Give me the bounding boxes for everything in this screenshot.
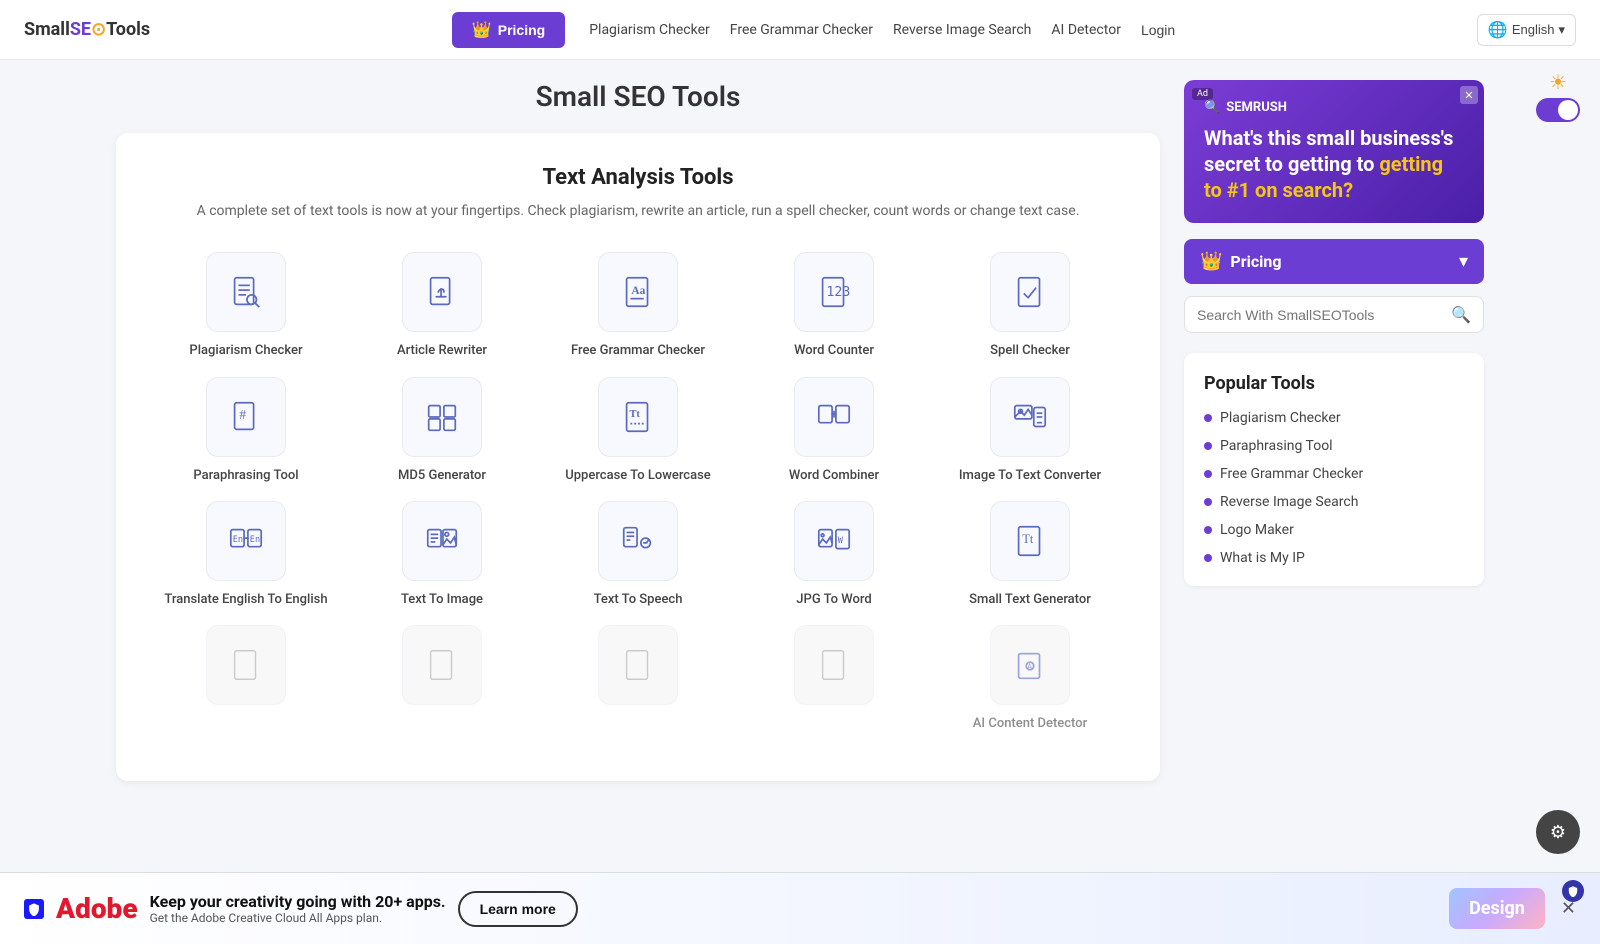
bottom-ad-banner: Adobe Keep your creativity going with 20… [0,872,1600,944]
bottom-ad-headline: Keep your creativity going with 20+ apps… [150,892,446,911]
svg-text:W: W [838,536,844,546]
popular-tools-card: Popular Tools Plagiarism Checker Paraphr… [1184,353,1484,586]
crown-icon: 👑 [472,20,492,40]
tool-text-to-speech[interactable]: Text To Speech [548,501,728,609]
popular-item-6[interactable]: What is My IP [1204,550,1464,566]
tool-text-to-image[interactable]: Text To Image [352,501,532,609]
dot-icon [1204,442,1212,450]
design-banner: Design [1449,888,1545,929]
adobe-logo: Adobe [56,892,138,925]
section-title: Text Analysis Tools [156,165,1120,190]
float-button[interactable]: ⚙ [1536,810,1580,854]
tool-plagiarism-checker[interactable]: Plagiarism Checker [156,252,336,360]
popular-tools-title: Popular Tools [1204,373,1464,394]
svg-text:En: En [250,535,260,545]
svg-text:AI: AI [1027,662,1034,671]
popular-item-1[interactable]: Plagiarism Checker [1204,410,1464,426]
tool-article-rewriter[interactable]: Article Rewriter [352,252,532,360]
logo-tools: Tools [106,19,150,40]
tool-free-grammar-checker[interactable]: Aa Free Grammar Checker [548,252,728,360]
tool-word-combiner[interactable]: Word Combiner [744,377,924,485]
svg-text:123: 123 [826,285,850,300]
header-nav: 👑 Pricing Plagiarism Checker Free Gramma… [452,12,1175,48]
dot-icon [1204,470,1212,478]
dot-icon [1204,526,1212,534]
dark-mode-area: ☀ [1536,70,1580,122]
popular-item-4[interactable]: Reverse Image Search [1204,494,1464,510]
nav-reverse-image-search[interactable]: Reverse Image Search [893,22,1031,38]
ad-close-button[interactable]: ✕ [1460,86,1478,104]
svg-text:En: En [233,535,243,545]
dark-mode-toggle[interactable] [1536,98,1580,122]
dot-icon [1204,554,1212,562]
popular-item-5[interactable]: Logo Maker [1204,522,1464,538]
tool-word-counter[interactable]: 123 Word Counter [744,252,924,360]
main-content: Small SEO Tools Text Analysis Tools A co… [116,80,1160,781]
nav-plagiarism-checker[interactable]: Plagiarism Checker [589,22,710,38]
svg-text:Tt: Tt [629,409,640,420]
sun-icon: ☀ [1549,70,1567,94]
sidebar: ✕ Ad 🔍 SEMRUSH What's this small busines… [1184,80,1484,781]
nav-ai-detector[interactable]: AI Detector [1051,22,1121,38]
svg-text:#: # [239,406,246,421]
tool-jpg-to-word[interactable]: W JPG To Word [744,501,924,609]
search-input[interactable] [1197,307,1443,323]
tools-grid-row3: En En Translate English To English [156,501,1120,609]
chevron-down-icon: ▾ [1459,251,1468,272]
dot-icon [1204,498,1212,506]
learn-more-button[interactable]: Learn more [458,891,578,927]
globe-icon: 🌐 [1488,20,1508,40]
ad-logo: 🔍 SEMRUSH [1204,100,1464,115]
popular-tools-list: Plagiarism Checker Paraphrasing Tool Fre… [1204,410,1464,566]
pricing-button[interactable]: 👑 Pricing [452,12,565,48]
tool-uppercase-to-lowercase[interactable]: Tt Uppercase To Lowercase [548,377,728,485]
dot-icon [1204,414,1212,422]
section-desc: A complete set of text tools is now at y… [156,200,1120,222]
tool-row4-3[interactable] [548,625,728,733]
chevron-down-icon: ▾ [1558,22,1565,38]
header: SmallSE⊙Tools 👑 Pricing Plagiarism Check… [0,0,1600,60]
nav-links: Plagiarism Checker Free Grammar Checker … [589,22,1175,38]
tool-paraphrasing-tool[interactable]: # Paraphrasing Tool [156,377,336,485]
tools-grid-row1: Plagiarism Checker Article Rewriter [156,252,1120,360]
login-button[interactable]: Login [1141,22,1175,38]
bottom-shield-icon [1562,880,1584,902]
page-wrapper: Small SEO Tools Text Analysis Tools A co… [100,60,1500,801]
tool-row4-4[interactable] [744,625,924,733]
tools-grid-row2: # Paraphrasing Tool MD5 Gener [156,377,1120,485]
page-title: Small SEO Tools [116,80,1160,113]
float-icon: ⚙ [1550,822,1566,843]
logo[interactable]: SmallSE⊙Tools [24,19,150,40]
tool-row4-2[interactable] [352,625,532,733]
logo-text: Small [24,19,70,40]
sidebar-pricing-label: Pricing [1230,252,1459,271]
tool-image-to-text-converter[interactable]: Image To Text Converter [940,377,1120,485]
search-box: 🔍 [1184,296,1484,333]
bottom-ad-subtext: Get the Adobe Creative Cloud All Apps pl… [150,911,446,925]
sidebar-pricing-button[interactable]: 👑 Pricing ▾ [1184,239,1484,284]
language-selector[interactable]: 🌐 English ▾ [1477,14,1576,46]
popular-item-3[interactable]: Free Grammar Checker [1204,466,1464,482]
tool-small-text-generator[interactable]: Tt Small Text Generator [940,501,1120,609]
pricing-btn-label: Pricing [498,22,545,38]
tool-md5-generator[interactable]: MD5 Generator [352,377,532,485]
shield-icon [24,899,44,919]
sidebar-crown-icon: 👑 [1200,251,1222,272]
language-label: English [1512,22,1555,37]
tool-spell-checker[interactable]: Spell Checker [940,252,1120,360]
header-right: 🌐 English ▾ [1477,14,1576,46]
tool-translate-english-to-english[interactable]: En En Translate English To English [156,501,336,609]
tools-card: Text Analysis Tools A complete set of te… [116,133,1160,781]
svg-text:Aa: Aa [631,285,645,297]
nav-free-grammar-checker[interactable]: Free Grammar Checker [730,22,873,38]
ad-headline: What's this small business's secret to g… [1204,125,1464,203]
tool-row4-1[interactable] [156,625,336,733]
tools-grid-row4: AI AI Content Detector [156,625,1120,733]
popular-item-2[interactable]: Paraphrasing Tool [1204,438,1464,454]
svg-text:Tt: Tt [1022,532,1034,546]
logo-seo: SE⊙ [70,19,106,40]
ad-banner: ✕ Ad 🔍 SEMRUSH What's this small busines… [1184,80,1484,223]
tool-ai-content-detector[interactable]: AI AI Content Detector [940,625,1120,733]
search-icon: 🔍 [1451,305,1471,324]
